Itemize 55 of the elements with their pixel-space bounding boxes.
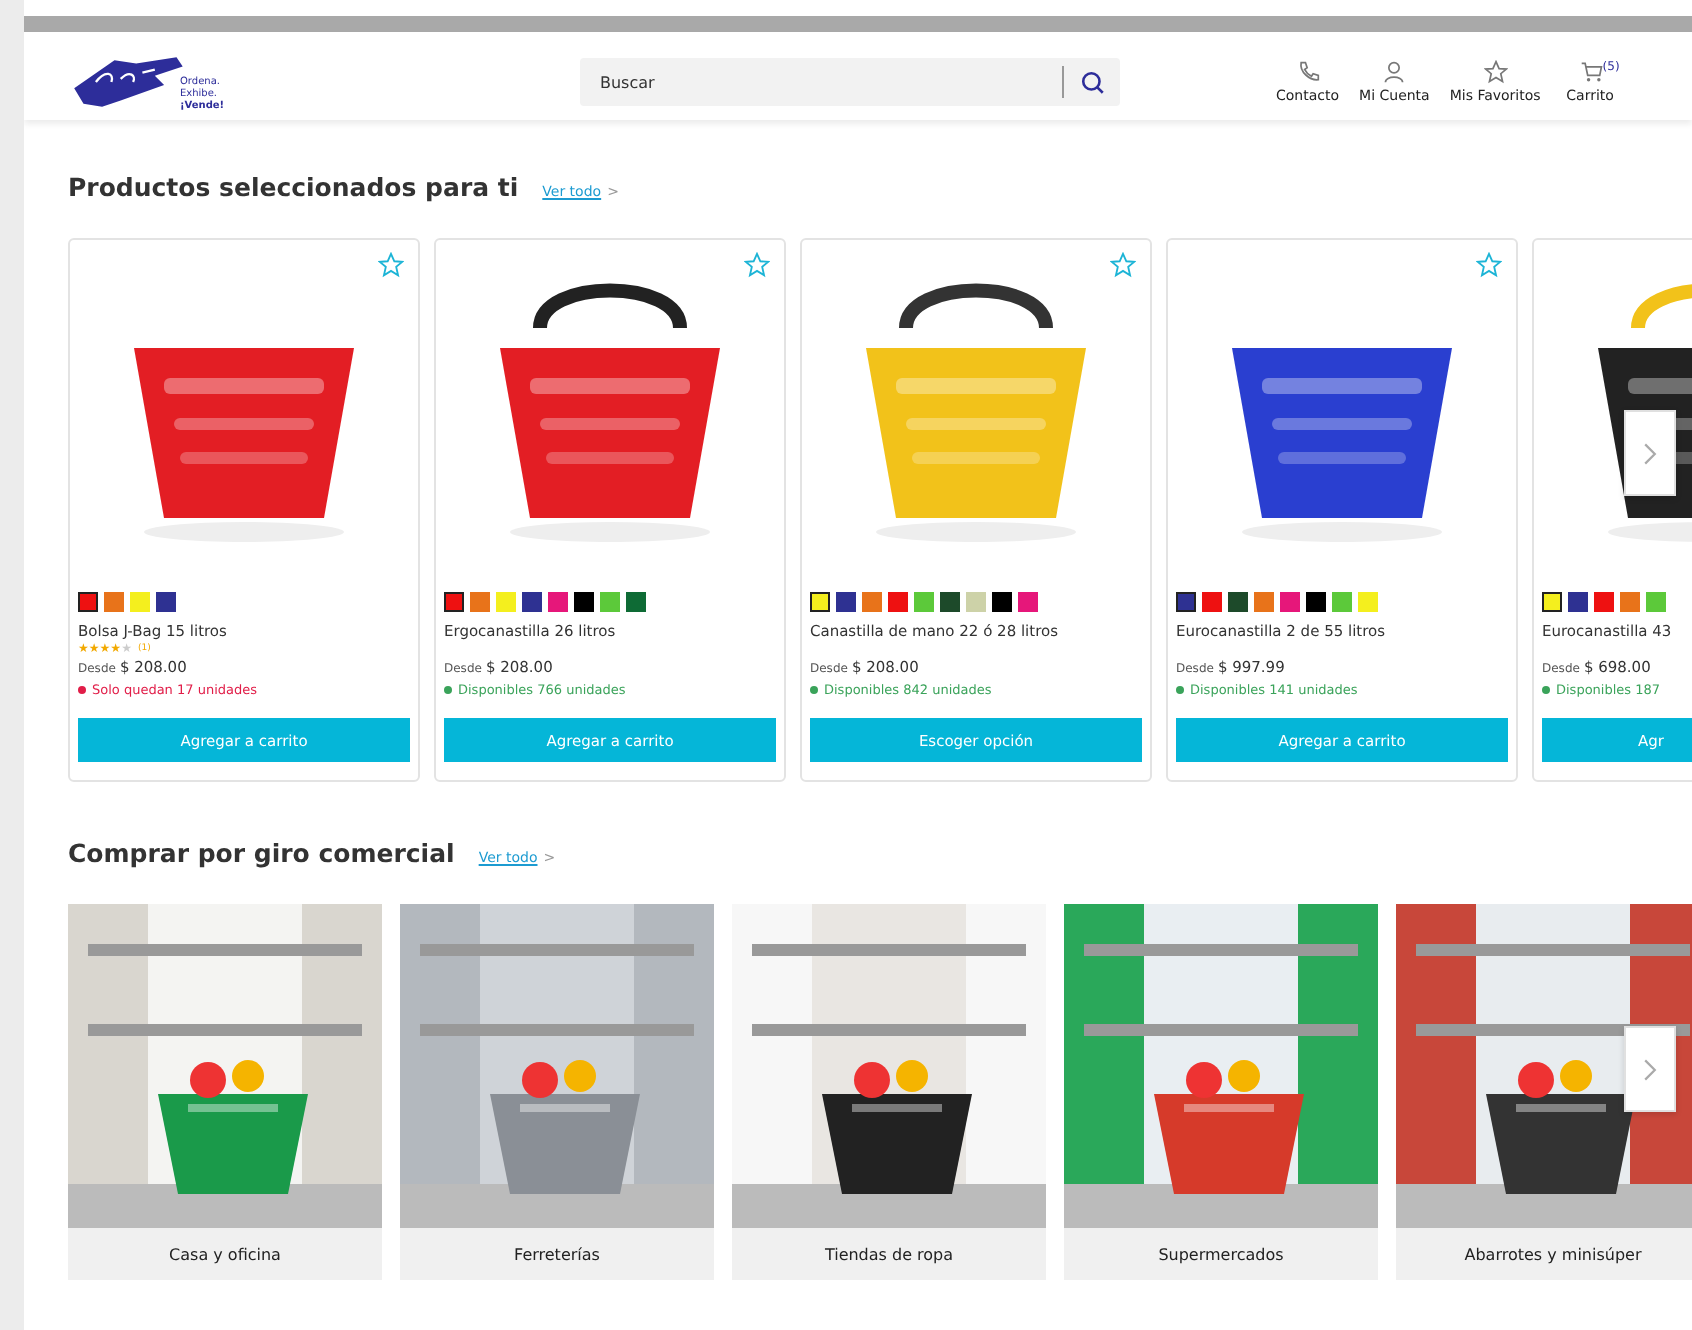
color-swatch[interactable] — [940, 592, 960, 612]
search-bar[interactable]: Buscar — [580, 58, 1120, 106]
color-swatch[interactable] — [444, 592, 464, 612]
color-swatch[interactable] — [104, 592, 124, 612]
color-swatch[interactable] — [1018, 592, 1038, 612]
color-swatch[interactable] — [1228, 592, 1248, 612]
category-label[interactable]: Tiendas de ropa — [732, 1228, 1046, 1280]
color-swatch[interactable] — [1358, 592, 1378, 612]
favorite-star-icon[interactable] — [1110, 252, 1136, 278]
color-swatch[interactable] — [1620, 592, 1640, 612]
color-swatch[interactable] — [574, 592, 594, 612]
category-label[interactable]: Supermercados — [1064, 1228, 1378, 1280]
favorite-star-icon[interactable] — [744, 252, 770, 278]
chevron-right-icon — [1642, 439, 1658, 467]
section-title: Productos seleccionados para ti — [68, 172, 519, 202]
color-swatch[interactable] — [888, 592, 908, 612]
search-field[interactable]: Buscar — [580, 71, 1062, 93]
color-swatch[interactable] — [470, 592, 490, 612]
color-swatch[interactable] — [992, 592, 1012, 612]
cart-icon — [1580, 60, 1605, 84]
color-swatch[interactable] — [1332, 592, 1352, 612]
section-title: Comprar por giro comercial — [68, 838, 455, 868]
next-button[interactable] — [1624, 1026, 1676, 1112]
color-swatch[interactable] — [130, 592, 150, 612]
color-swatch[interactable] — [1176, 592, 1196, 612]
category-label[interactable]: Casa y oficina — [68, 1228, 382, 1280]
color-swatch[interactable] — [1568, 592, 1588, 612]
color-swatch[interactable] — [496, 592, 516, 612]
search-icon[interactable] — [1080, 69, 1106, 95]
color-swatch[interactable] — [626, 592, 646, 612]
color-swatch[interactable] — [522, 592, 542, 612]
color-swatch[interactable] — [836, 592, 856, 612]
color-swatch[interactable] — [1254, 592, 1274, 612]
star-icon — [1483, 60, 1508, 84]
favorite-star-icon[interactable] — [1476, 252, 1502, 278]
chevron-right-icon — [1642, 1055, 1658, 1083]
color-swatch[interactable] — [1306, 592, 1326, 612]
color-swatch[interactable] — [600, 592, 620, 612]
color-swatch[interactable] — [914, 592, 934, 612]
color-swatch[interactable] — [156, 592, 176, 612]
user-icon — [1382, 60, 1407, 84]
color-swatch[interactable] — [548, 592, 568, 612]
color-swatch[interactable] — [1202, 592, 1222, 612]
category-label[interactable]: Ferreterías — [400, 1228, 714, 1280]
phone-icon — [1295, 60, 1320, 84]
color-swatch[interactable] — [966, 592, 986, 612]
color-swatch[interactable] — [1542, 592, 1562, 612]
color-swatch[interactable] — [862, 592, 882, 612]
color-swatch[interactable] — [1646, 592, 1666, 612]
color-swatch[interactable] — [78, 592, 98, 612]
color-swatch[interactable] — [810, 592, 830, 612]
color-swatch[interactable] — [1280, 592, 1300, 612]
color-swatch[interactable] — [1594, 592, 1614, 612]
category-label[interactable]: Abarrotes y minisúper — [1396, 1228, 1692, 1280]
favorite-star-icon[interactable] — [378, 252, 404, 278]
